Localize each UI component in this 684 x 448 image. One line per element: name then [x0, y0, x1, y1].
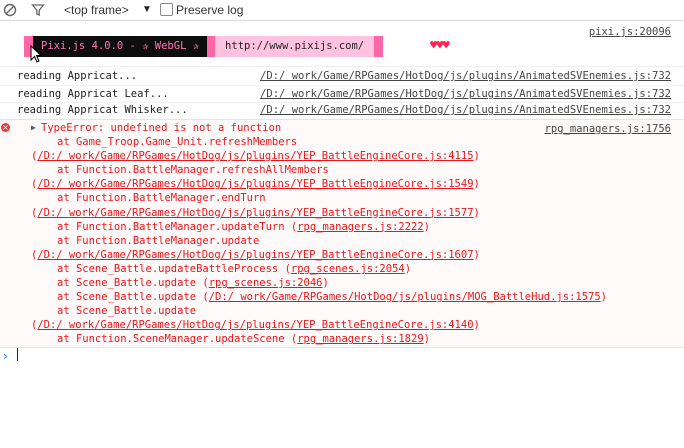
stack-frame: (/D:/ work/Game/RPGames/HotDog/js/plugin… — [31, 206, 480, 220]
stack-frame-link[interactable]: /D:/ work/Game/RPGames/HotDog/js/plugins… — [37, 319, 473, 331]
stack-frame-text: ) — [423, 333, 430, 346]
stack-frame: at Function.BattleManager.refreshAllMemb… — [57, 163, 329, 177]
divider — [0, 66, 684, 67]
stack-frame: (/D:/ work/Game/RPGames/HotDog/js/plugin… — [31, 318, 480, 332]
banner-url-text: http://www.pixijs.com/ — [215, 36, 375, 57]
expand-triangle-icon[interactable]: ▶ — [31, 123, 36, 132]
stack-frame: (/D:/ work/Game/RPGames/HotDog/js/plugin… — [31, 177, 480, 191]
log-message: reading Appricat... — [17, 70, 138, 82]
stack-frame-text: at Function.BattleManager.updateTurn ( — [57, 220, 298, 233]
divider — [0, 85, 684, 86]
stack-frame-link[interactable]: rpg_scenes.js:2046 — [209, 277, 323, 289]
banner-hearts: ♥♥♥ — [430, 38, 450, 52]
log-message: reading Appricat Whisker... — [17, 104, 188, 116]
stack-frame-link[interactable]: /D:/ work/Game/RPGames/HotDog/js/plugins… — [37, 249, 473, 261]
stack-frame: (/D:/ work/Game/RPGames/HotDog/js/plugin… — [31, 149, 480, 163]
stack-frame-text: ) — [473, 150, 480, 163]
console-prompt-icon: › — [3, 349, 8, 363]
error-icon: × — [1, 123, 10, 132]
divider — [0, 102, 684, 103]
log-message: reading Appricat Leaf... — [17, 88, 169, 100]
stack-frame: at Game_Troop.Game_Unit.refreshMembers — [57, 135, 297, 149]
stack-frame: at Function.BattleManager.update — [57, 234, 259, 248]
filter-icon[interactable] — [30, 2, 46, 18]
log-source-link[interactable]: /D:/ work/Game/RPGames/HotDog/js/plugins… — [260, 70, 671, 82]
stack-frame: (/D:/ work/Game/RPGames/HotDog/js/plugin… — [31, 248, 480, 262]
console-toolbar: <top frame> ▼ Preserve log — [0, 0, 684, 21]
stack-frame-text: at Scene_Battle.updateBattleProcess ( — [57, 262, 291, 275]
stack-frame-text: ) — [404, 262, 412, 275]
mouse-cursor-icon — [30, 45, 43, 63]
stack-frame-link[interactable]: /D:/ work/Game/RPGames/HotDog/js/plugins… — [37, 207, 473, 219]
stack-frame-text: ) — [473, 206, 480, 219]
error-source-link[interactable]: rpg_managers.js:1756 — [545, 123, 671, 135]
stack-frame-link[interactable]: rpg_managers.js:1829 — [297, 333, 423, 345]
stack-frame: at Scene_Battle.updateBattleProcess (rpg… — [57, 262, 411, 276]
stack-frame-link[interactable]: /D:/ work/Game/RPGames/HotDog/js/plugins… — [37, 178, 473, 190]
pixi-source-link[interactable]: pixi.js:20096 — [589, 26, 671, 38]
log-source-link[interactable]: /D:/ work/Game/RPGames/HotDog/js/plugins… — [260, 88, 671, 100]
stack-frame: at Scene_Battle.update — [57, 304, 196, 318]
banner-stripe — [207, 36, 216, 57]
stack-frame-text: at Scene_Battle.update ( — [57, 277, 209, 289]
stack-frame-text: ) — [423, 220, 430, 233]
clear-console-icon[interactable] — [2, 2, 18, 18]
banner-stripe — [374, 36, 384, 57]
stack-frame: at Scene_Battle.update (/D:/ work/Game/R… — [57, 290, 607, 304]
console-input[interactable] — [17, 348, 18, 361]
stack-frame-text: at Function.BattleManager.refreshAllMemb… — [57, 164, 329, 177]
preserve-log-checkbox[interactable] — [160, 3, 173, 16]
pixi-banner: Pixi.js 4.0.0 - ✰ WebGL ✰ http://www.pix… — [24, 36, 384, 57]
log-source-link[interactable]: /D:/ work/Game/RPGames/HotDog/js/plugins… — [260, 104, 671, 116]
stack-frame: at Function.BattleManager.updateTurn (rp… — [57, 220, 430, 234]
chevron-down-icon[interactable]: ▼ — [142, 3, 152, 17]
stack-frame-link[interactable]: /D:/ work/Game/RPGames/HotDog/js/plugins… — [37, 150, 473, 162]
stack-frame: at Function.SceneManager.updateScene (rp… — [57, 332, 430, 346]
stack-frame-text: at Scene_Battle.update ( — [57, 291, 209, 304]
stack-frame-text: at Function.BattleManager.endTurn — [57, 192, 266, 205]
stack-frame-link[interactable]: rpg_managers.js:2222 — [297, 221, 423, 233]
stack-frame-link[interactable]: /D:/ work/Game/RPGames/HotDog/js/plugins… — [209, 291, 601, 303]
stack-frame: at Scene_Battle.update (rpg_scenes.js:20… — [57, 276, 329, 290]
stack-frame-text: at Function.BattleManager.update — [57, 234, 260, 247]
stack-frame-text: at Function.SceneManager.updateScene ( — [57, 333, 298, 346]
stack-frame-text: ) — [473, 178, 480, 191]
stack-frame-text: ) — [322, 277, 329, 289]
preserve-log-label[interactable]: Preserve log — [176, 3, 243, 17]
stack-frame-text: at Scene_Battle.update — [57, 305, 197, 318]
error-title[interactable]: TypeError: undefined is not a function — [41, 121, 281, 135]
context-selector[interactable]: <top frame> — [64, 3, 129, 17]
stack-frame-text: ) — [600, 291, 607, 304]
stack-frame-text: ) — [473, 319, 480, 332]
stack-frame-text: at Game_Troop.Game_Unit.refreshMembers — [57, 136, 298, 148]
stack-frame-text: ) — [473, 248, 480, 261]
banner-main-text: Pixi.js 4.0.0 - ✰ WebGL ✰ — [33, 36, 208, 57]
stack-frame-link[interactable]: rpg_scenes.js:2054 — [291, 263, 405, 275]
stack-frame: at Function.BattleManager.endTurn — [57, 191, 266, 205]
